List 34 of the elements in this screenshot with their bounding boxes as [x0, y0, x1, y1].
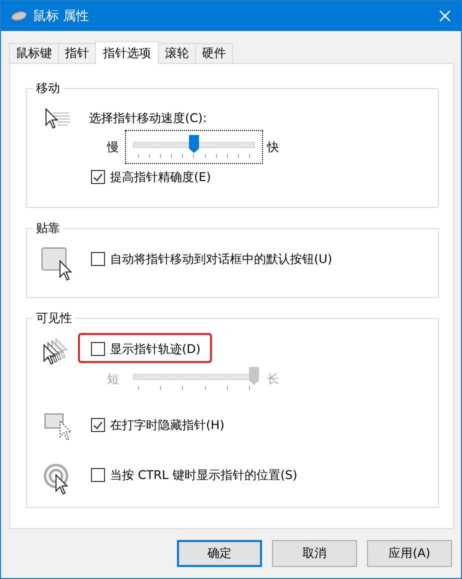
checkbox[interactable]: [91, 468, 105, 482]
slider-max-label: 快: [267, 138, 280, 156]
checkbox-label[interactable]: 显示指针轨迹(D): [110, 340, 201, 358]
close-icon[interactable]: [439, 10, 451, 22]
slider-caption: 选择指针移动速度(C):: [89, 110, 208, 126]
hidden-pointer-icon: [44, 413, 72, 441]
group-title: 贴靠: [33, 220, 63, 237]
dialog-button[interactable]: 应用(A): [367, 540, 452, 567]
slider-max-label: 长: [267, 370, 280, 388]
checkmark-icon: [93, 172, 103, 182]
group-title: 可见性: [33, 310, 75, 327]
checkbox[interactable]: [91, 170, 105, 184]
speed-pointer-icon: [43, 107, 73, 131]
dialog-button[interactable]: 取消: [272, 540, 357, 567]
checkbox-label[interactable]: 自动将指针移动到对话框中的默认按钮(U): [110, 250, 332, 268]
slider-min-label: 慢: [107, 138, 120, 156]
group-title: 移动: [33, 80, 63, 97]
checkbox-label[interactable]: 当按 CTRL 键时显示指针的位置(S): [110, 466, 298, 484]
checkbox[interactable]: [91, 418, 105, 432]
tab[interactable]: 指针选项: [95, 41, 159, 64]
slider-min-label: 短: [107, 370, 120, 388]
mouse-icon: [11, 11, 27, 21]
snap-button-pointer-icon: [41, 247, 75, 281]
checkbox[interactable]: [91, 342, 105, 356]
dialog-button[interactable]: 确定: [177, 540, 262, 567]
checkbox-label[interactable]: 提高指针精确度(E): [110, 168, 211, 186]
window-title: 鼠标 属性: [33, 8, 90, 25]
slider[interactable]: [125, 130, 263, 164]
slider-thumb[interactable]: [189, 135, 199, 153]
checkbox-label[interactable]: 在打字时隐藏指针(H): [110, 416, 224, 434]
tab[interactable]: 硬件: [195, 43, 233, 63]
checkmark-icon: [93, 420, 103, 430]
tab[interactable]: 鼠标键: [9, 43, 59, 63]
checkbox[interactable]: [91, 252, 105, 266]
